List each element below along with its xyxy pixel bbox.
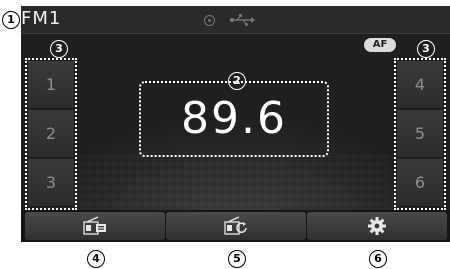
preset-button-5[interactable]: 5 [397,110,443,158]
af-button[interactable]: AF [364,38,396,52]
radio-list-icon [83,216,106,235]
callout-6: 6 [369,250,387,268]
callout-1: 1 [2,11,20,29]
disc-icon [204,15,215,26]
radio-scan-button[interactable] [166,212,306,240]
background-grid [81,156,390,216]
preset-button-1[interactable]: 1 [28,61,74,109]
callout-4: 4 [87,250,105,268]
callout-3-right: 3 [417,40,435,58]
band-label: FM1 [21,8,62,29]
radio-screen: FM1 AF 1 2 3 4 5 6 89.6 [21,6,450,242]
preset-column-left: 1 2 3 [25,58,77,210]
preset-column-right: 4 5 6 [394,58,446,210]
callout-5: 5 [228,250,246,268]
gear-icon [368,217,386,235]
callout-2: 2 [228,72,246,90]
usb-icon [230,14,255,26]
frequency-display: 89.6 [139,81,329,157]
radio-list-button[interactable] [25,212,165,240]
bottom-bar [21,210,450,242]
status-bar: FM1 [21,6,450,34]
preset-button-2[interactable]: 2 [28,110,74,158]
settings-button[interactable] [307,212,447,240]
preset-button-6[interactable]: 6 [397,159,443,207]
preset-button-3[interactable]: 3 [28,159,74,207]
preset-button-4[interactable]: 4 [397,61,443,109]
callout-3-left: 3 [50,40,68,58]
radio-scan-icon [224,216,247,235]
